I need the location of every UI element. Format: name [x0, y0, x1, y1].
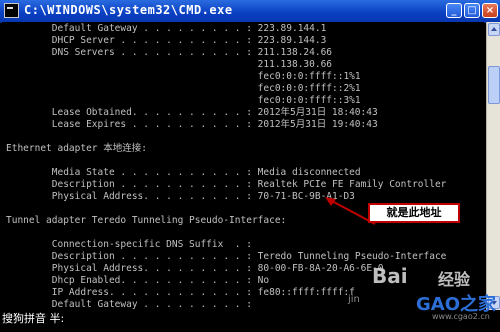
- watermark: jin Bai 经验 GAO之家 www.cgao2.cn: [348, 264, 500, 332]
- watermark-url: www.cgao2.cn: [432, 312, 490, 321]
- watermark-text: 经验: [438, 270, 471, 289]
- watermark-logo: Bai: [372, 264, 408, 288]
- annotation-callout: 就是此地址: [368, 203, 460, 223]
- ime-status: 搜狗拼音 半:: [2, 312, 65, 325]
- watermark-text: jin: [348, 294, 360, 305]
- cmd-window: C:\WINDOWS\system32\CMD.exe _ □ × Defaul…: [0, 0, 500, 332]
